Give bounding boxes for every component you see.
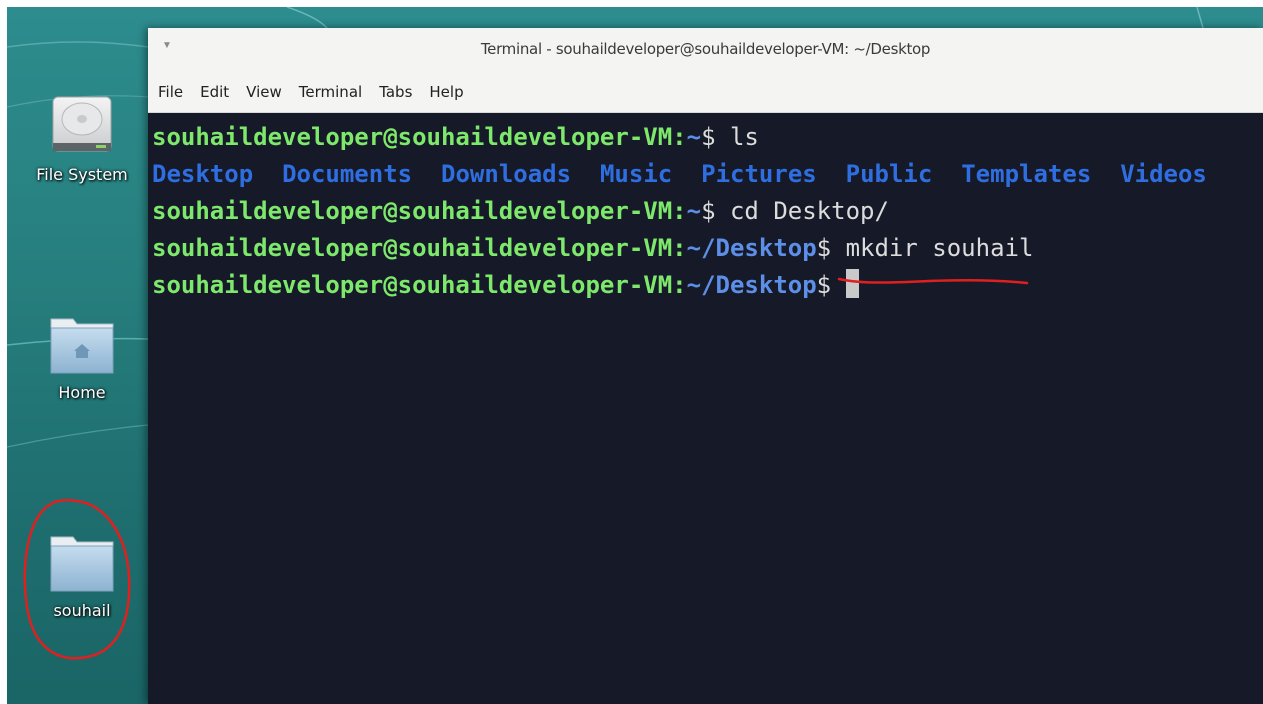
ls-entry: Music — [599, 160, 673, 188]
text-cursor — [845, 269, 859, 298]
screen: File System Home souhail ▼ Terminal - so… — [7, 7, 1263, 704]
ls-entry: Documents — [282, 160, 413, 188]
menu-help[interactable]: Help — [429, 83, 463, 101]
prompt-sign: $ — [701, 123, 716, 151]
prompt-user: souhaildeveloper@souhaildeveloper-VM — [152, 123, 673, 151]
command-text: ls — [729, 123, 759, 151]
prompt-separator: : — [672, 271, 687, 299]
ls-entry: Public — [845, 160, 933, 188]
prompt-path: ~/Desktop — [686, 271, 817, 299]
menu-view[interactable]: View — [246, 83, 282, 101]
desktop-icon-label: souhail — [53, 601, 111, 620]
prompt-separator: : — [672, 197, 687, 225]
prompt-path: ~ — [686, 197, 702, 225]
menu-bar: File Edit View Terminal Tabs Help — [148, 72, 1263, 113]
terminal-line: souhaildeveloper@souhaildeveloper-VM:~$ … — [152, 119, 1263, 156]
terminal-window[interactable]: ▼ Terminal - souhaildeveloper@souhaildev… — [148, 28, 1263, 704]
terminal-line: souhaildeveloper@souhaildeveloper-VM:~$ … — [152, 193, 1263, 230]
menu-terminal[interactable]: Terminal — [299, 83, 362, 101]
prompt-user: souhaildeveloper@souhaildeveloper-VM — [152, 271, 673, 299]
window-title: Terminal - souhaildeveloper@souhaildevel… — [480, 40, 931, 58]
prompt-separator: : — [672, 234, 687, 262]
desktop-icon-souhail[interactable]: souhail — [17, 531, 147, 620]
terminal-line: souhaildeveloper@souhaildeveloper-VM:~/D… — [152, 267, 1263, 304]
ls-entry: Templates — [961, 160, 1092, 188]
prompt-user: souhaildeveloper@souhaildeveloper-VM — [152, 197, 673, 225]
ls-entry: Desktop — [152, 160, 254, 188]
prompt-sign: $ — [816, 234, 832, 262]
ls-output-line: Desktop Documents Downloads Music Pictur… — [152, 156, 1263, 193]
menu-edit[interactable]: Edit — [200, 83, 229, 101]
ls-entry: Downloads — [441, 160, 572, 188]
drive-icon — [52, 96, 112, 152]
folder-icon — [50, 536, 114, 592]
command-text: cd Desktop/ — [729, 197, 889, 225]
prompt-user: souhaildeveloper@souhaildeveloper-VM — [152, 234, 673, 262]
prompt-sign: $ — [816, 271, 832, 299]
terminal-line: souhaildeveloper@souhaildeveloper-VM:~/D… — [152, 230, 1263, 267]
ls-entry: Pictures — [701, 160, 817, 188]
terminal-output[interactable]: souhaildeveloper@souhaildeveloper-VM:~$ … — [148, 113, 1263, 304]
menu-tabs[interactable]: Tabs — [379, 83, 412, 101]
command-text: mkdir souhail — [845, 234, 1034, 262]
home-folder-icon — [50, 318, 114, 374]
menu-file[interactable]: File — [158, 83, 183, 101]
ls-entry: Videos — [1120, 160, 1207, 188]
prompt-separator: : — [672, 123, 687, 151]
desktop-icon-label: File System — [36, 165, 128, 184]
desktop-icon-label: Home — [58, 383, 106, 402]
prompt-sign: $ — [701, 197, 716, 225]
desktop-icon-file-system[interactable]: File System — [17, 93, 147, 184]
title-bar[interactable]: ▼ Terminal - souhaildeveloper@souhaildev… — [148, 28, 1263, 72]
desktop-icon-home[interactable]: Home — [17, 313, 147, 402]
prompt-path: ~/Desktop — [686, 234, 817, 262]
prompt-path: ~ — [686, 123, 702, 151]
